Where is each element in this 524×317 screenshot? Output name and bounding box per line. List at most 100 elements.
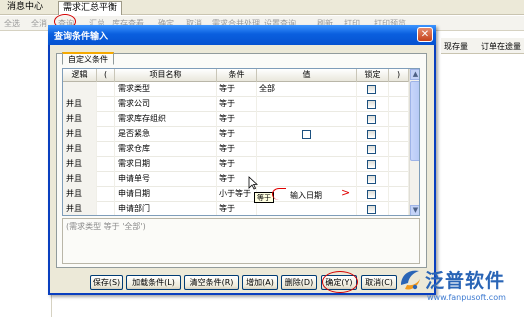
lock-checkbox[interactable] <box>367 175 376 184</box>
row-value[interactable] <box>257 127 357 142</box>
tab-custom-conditions[interactable]: 自定义条件 <box>62 52 114 65</box>
scroll-thumb[interactable] <box>410 81 419 161</box>
row-right-paren[interactable] <box>389 82 409 97</box>
row-logic[interactable] <box>63 82 97 97</box>
lock-checkbox[interactable] <box>367 145 376 154</box>
load-conditions-button[interactable]: 加载条件(L) <box>126 275 181 290</box>
condition-row[interactable]: 并且 需求仓库 等于 <box>63 142 409 157</box>
close-icon[interactable]: ✕ <box>417 27 433 42</box>
condition-row[interactable]: 并且 申请单号 等于 <box>63 172 409 187</box>
row-condition[interactable]: 等于 <box>217 112 257 127</box>
tab-message-center[interactable]: 消息中心 <box>3 1 47 15</box>
tab-demand-summary[interactable]: 需求汇总平衡 <box>58 1 123 15</box>
row-right-paren[interactable] <box>389 112 409 127</box>
condition-row[interactable]: 并且 需求日期 等于 <box>63 157 409 172</box>
delete-button[interactable]: 删除(D) <box>281 275 317 290</box>
condition-row[interactable]: 并且 申请日期 小于等于 <box>63 187 409 202</box>
row-logic[interactable]: 并且 <box>63 112 97 127</box>
row-item-name: 申请单号 <box>115 172 217 187</box>
row-right-paren[interactable] <box>389 97 409 112</box>
lock-checkbox[interactable] <box>367 205 376 214</box>
row-left-paren[interactable] <box>97 112 115 127</box>
app-grid-header: 现存量 订单在途量 <box>441 38 524 54</box>
col-right-paren: ) <box>389 69 409 82</box>
row-value[interactable] <box>257 172 357 187</box>
scroll-up-icon[interactable]: ▲ <box>410 69 419 80</box>
row-logic[interactable]: 并且 <box>63 127 97 142</box>
save-button[interactable]: 保存(S) <box>90 275 123 290</box>
col-lock: 锁定 <box>357 69 389 82</box>
row-lock <box>357 142 389 157</box>
row-item-name: 需求日期 <box>115 157 217 172</box>
row-condition[interactable]: 等于 <box>217 157 257 172</box>
row-condition[interactable]: 等于 <box>217 97 257 112</box>
row-logic[interactable]: 并且 <box>63 202 97 215</box>
toolbar-deselect-all[interactable]: 全消 <box>31 18 47 29</box>
add-button[interactable]: 增加(A) <box>242 275 278 290</box>
condition-row[interactable]: 需求类型 等于 全部 <box>63 82 409 97</box>
row-condition[interactable]: 等于 <box>217 82 257 97</box>
row-logic[interactable]: 并且 <box>63 187 97 202</box>
grid-header: 逻辑 ( 项目名称 条件 值 锁定 ) <box>63 69 409 82</box>
scroll-down-icon[interactable]: ▼ <box>410 205 419 215</box>
grid-col-in-transit[interactable]: 订单在途量 <box>481 41 521 52</box>
lock-checkbox[interactable] <box>367 85 376 94</box>
condition-row[interactable]: 并且 需求公司 等于 <box>63 97 409 112</box>
row-right-paren[interactable] <box>389 142 409 157</box>
row-right-paren[interactable] <box>389 127 409 142</box>
row-condition[interactable]: 等于 <box>217 142 257 157</box>
row-left-paren[interactable] <box>97 172 115 187</box>
row-value[interactable] <box>257 112 357 127</box>
row-logic[interactable]: 并且 <box>63 97 97 112</box>
condition-tooltip: 等于 <box>254 192 274 203</box>
row-left-paren[interactable] <box>97 187 115 202</box>
row-right-paren[interactable] <box>389 202 409 215</box>
col-item-name: 项目名称 <box>115 69 217 82</box>
row-value[interactable] <box>257 157 357 172</box>
row-logic[interactable]: 并且 <box>63 142 97 157</box>
query-dialog: 查询条件输入 ✕ 自定义条件 逻辑 ( 项目名称 条件 值 锁定 ) 需求类型等… <box>48 25 436 295</box>
row-lock <box>357 127 389 142</box>
vertical-scrollbar[interactable]: ▲ ▼ <box>409 69 419 215</box>
row-item-name: 申请部门 <box>115 202 217 215</box>
row-value[interactable] <box>257 97 357 112</box>
annotation-input-date: 输入日期 <box>290 191 322 200</box>
row-right-paren[interactable] <box>389 157 409 172</box>
row-condition[interactable]: 等于 <box>217 202 257 215</box>
row-logic[interactable]: 并且 <box>63 157 97 172</box>
row-value[interactable] <box>257 142 357 157</box>
col-value: 值 <box>257 69 357 82</box>
row-left-paren[interactable] <box>97 82 115 97</box>
conditions-grid: 逻辑 ( 项目名称 条件 值 锁定 ) 需求类型 等于 全部 并且 需求公司 等于 并且 需求… <box>62 68 420 216</box>
grid-col-stock[interactable]: 现存量 <box>444 41 468 52</box>
lock-checkbox[interactable] <box>367 160 376 169</box>
row-value[interactable]: 全部 <box>257 82 357 97</box>
row-condition[interactable]: 等于 <box>217 127 257 142</box>
row-logic[interactable]: 并且 <box>63 172 97 187</box>
row-left-paren[interactable] <box>97 127 115 142</box>
fanpu-logo-icon <box>401 270 420 290</box>
clear-conditions-button[interactable]: 清空条件(R) <box>184 275 239 290</box>
row-left-paren[interactable] <box>97 202 115 215</box>
lock-checkbox[interactable] <box>367 100 376 109</box>
condition-row[interactable]: 并且 是否紧急 等于 <box>63 127 409 142</box>
row-right-paren[interactable] <box>389 187 409 202</box>
row-value[interactable] <box>257 202 357 215</box>
condition-row[interactable]: 并且 申请部门 等于 <box>63 202 409 215</box>
cancel-button[interactable]: 取消(C) <box>361 275 397 290</box>
lock-checkbox[interactable] <box>367 115 376 124</box>
row-left-paren[interactable] <box>97 97 115 112</box>
row-right-paren[interactable] <box>389 172 409 187</box>
dialog-titlebar[interactable]: 查询条件输入 ✕ <box>48 25 436 45</box>
value-checkbox[interactable] <box>302 130 311 139</box>
toolbar-select-all[interactable]: 全选 <box>4 18 20 29</box>
row-lock <box>357 112 389 127</box>
lock-checkbox[interactable] <box>367 130 376 139</box>
row-left-paren[interactable] <box>97 142 115 157</box>
lock-checkbox[interactable] <box>367 190 376 199</box>
condition-row[interactable]: 并且 需求库存组织 等于 <box>63 112 409 127</box>
app-tab-bar: 消息中心 需求汇总平衡 <box>0 0 524 15</box>
row-left-paren[interactable] <box>97 157 115 172</box>
app-left-pane <box>0 32 52 317</box>
row-item-name: 申请日期 <box>115 187 217 202</box>
